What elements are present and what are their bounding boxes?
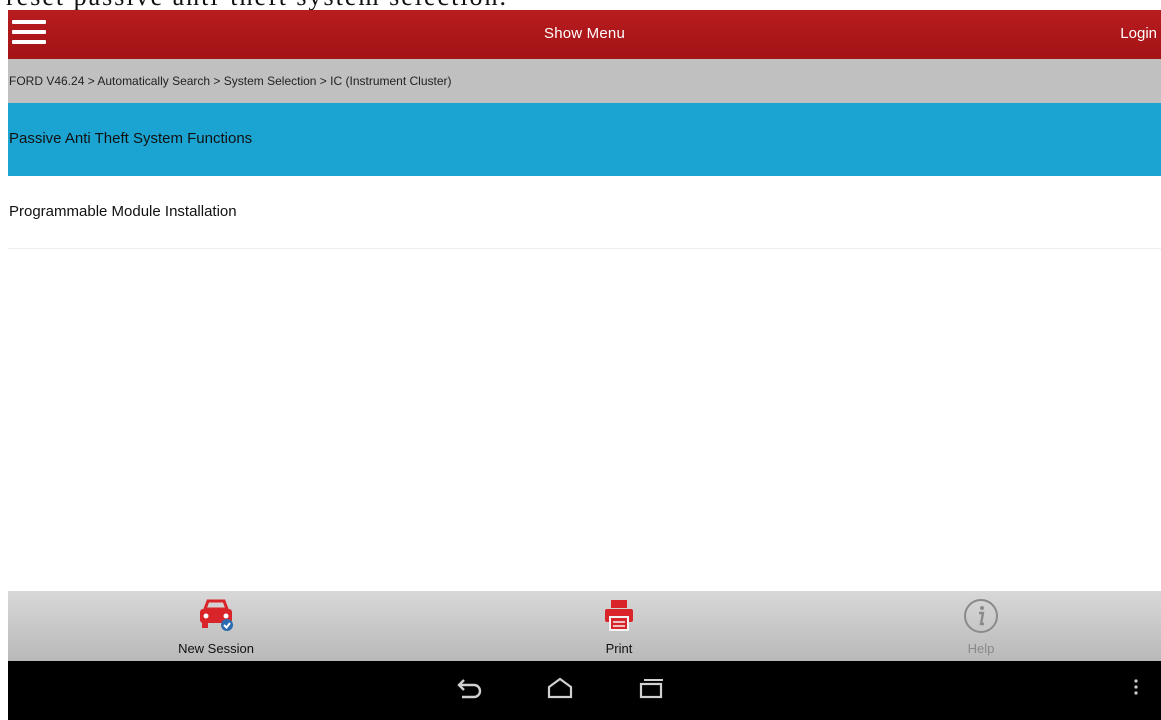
car-check-icon: [200, 599, 233, 631]
list-item-passive-anti-theft[interactable]: Passive Anti Theft System Functions: [8, 103, 1161, 176]
recents-icon[interactable]: [636, 673, 666, 703]
list-item-programmable-module[interactable]: Programmable Module Installation: [8, 176, 1161, 249]
help-label: Help: [967, 641, 995, 656]
app-window: Show Menu Login FORD V46.24 > Automatica…: [8, 10, 1161, 720]
list-item-label: Programmable Module Installation: [9, 203, 237, 220]
page-caption: reset passive anti-theft system selectio…: [0, 0, 1161, 10]
function-list: Passive Anti Theft System Functions Prog…: [8, 103, 1161, 249]
print-button[interactable]: Print: [519, 591, 719, 661]
login-button[interactable]: Login: [1120, 25, 1157, 42]
bottom-toolbar: New Session Print Help: [8, 591, 1161, 661]
help-button[interactable]: Help: [881, 591, 1081, 661]
print-label: Print: [605, 641, 633, 656]
breadcrumb-text: FORD V46.24 > Automatically Search > Sys…: [9, 74, 452, 88]
new-session-button[interactable]: New Session: [116, 591, 316, 661]
home-icon[interactable]: [545, 673, 575, 703]
new-session-label: New Session: [178, 641, 254, 656]
back-icon[interactable]: [453, 673, 483, 703]
app-title[interactable]: Show Menu: [8, 25, 1161, 42]
app-bar: Show Menu Login: [8, 10, 1161, 59]
system-navigation-bar: [8, 661, 1161, 720]
overflow-menu-icon[interactable]: [1126, 673, 1146, 703]
list-item-label: Passive Anti Theft System Functions: [9, 130, 253, 147]
info-icon: [964, 599, 998, 633]
printer-icon: [605, 600, 633, 631]
breadcrumb: FORD V46.24 > Automatically Search > Sys…: [8, 59, 1161, 103]
